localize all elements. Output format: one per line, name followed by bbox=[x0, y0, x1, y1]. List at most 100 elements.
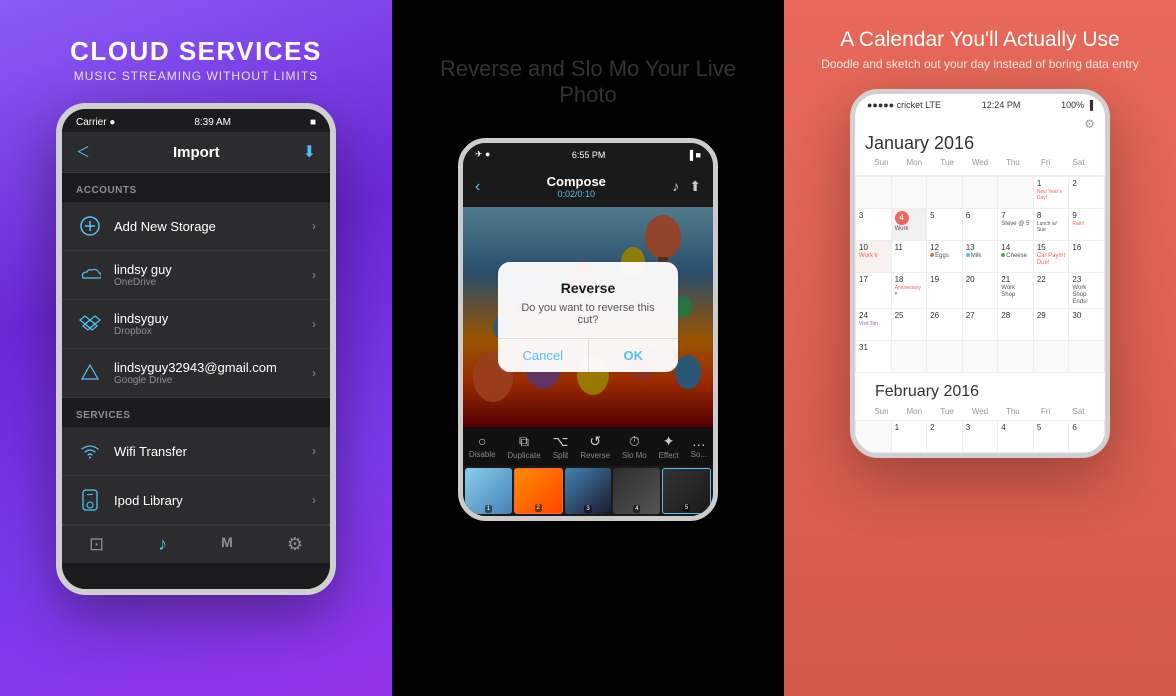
cal-cell-jan7[interactable]: 7Steve @ 5 bbox=[998, 209, 1034, 241]
cal-grid-january: 1New Year's Day! 2 3 4Work 5 6 7Steve @ … bbox=[855, 176, 1105, 374]
cal-cell[interactable] bbox=[1034, 341, 1070, 373]
back-icon: ＜ bbox=[76, 142, 90, 162]
cal-cell-jan5[interactable]: 5 bbox=[927, 209, 963, 241]
phone-mockup-1: Carrier ● 8:39 AM ■ ＜ Import ⬇ ACCOUNTS … bbox=[56, 103, 336, 595]
cal-cell-jan10[interactable]: 10Work k bbox=[856, 241, 892, 273]
cal-cell-jan9[interactable]: 9Rain! bbox=[1069, 209, 1105, 241]
cal-cell[interactable] bbox=[1069, 341, 1105, 373]
cal-cell-jan11[interactable]: 11 bbox=[892, 241, 928, 273]
share-icon[interactable]: ⬆ bbox=[689, 178, 701, 195]
tool-effect[interactable]: ✦ Effect bbox=[659, 433, 679, 460]
dialog-cancel-button[interactable]: Cancel bbox=[498, 339, 589, 372]
cal-cell-feb6[interactable]: 6 bbox=[1069, 421, 1105, 453]
timeline-thumb-1[interactable]: 1 bbox=[465, 468, 512, 514]
cal-battery: 100% ▐ bbox=[1061, 100, 1093, 110]
nav-title-1: Import bbox=[173, 144, 220, 161]
bottom-icon-3[interactable]: M bbox=[221, 534, 233, 555]
cal-cell[interactable] bbox=[927, 177, 963, 209]
gear-icon[interactable]: ⚙ bbox=[865, 117, 1095, 131]
cal-cell-jan6[interactable]: 6 bbox=[963, 209, 999, 241]
cal-cell[interactable] bbox=[892, 177, 928, 209]
cal-cell[interactable] bbox=[963, 177, 999, 209]
gdrive-icon bbox=[76, 359, 104, 387]
gdrive-item[interactable]: lindsyguy32943@gmail.com Google Drive › bbox=[62, 349, 330, 398]
cal-cell-feb5[interactable]: 5 bbox=[1034, 421, 1070, 453]
january-month-label: January 2016 bbox=[865, 133, 1095, 154]
cal-cell-jan12[interactable]: 12Eggs bbox=[927, 241, 963, 273]
cal-cell-jan3[interactable]: 3 bbox=[856, 209, 892, 241]
cal-cell-jan24[interactable]: 24Visit Tim bbox=[856, 309, 892, 341]
cal-cell-jan20[interactable]: 20 bbox=[963, 273, 999, 310]
cal-cell[interactable] bbox=[998, 177, 1034, 209]
cal-cell[interactable] bbox=[927, 341, 963, 373]
cal-header: ⚙ January 2016 Sun Mon Tue Wed Thu Fri S… bbox=[855, 113, 1105, 176]
bottom-icon-1[interactable]: ⊡ bbox=[89, 534, 104, 555]
cal-cell-jan1[interactable]: 1New Year's Day! bbox=[1034, 177, 1070, 209]
panel-video-editor: Reverse and Slo Mo Your Live Photo ✈ ● 6… bbox=[392, 0, 784, 696]
timeline-thumb-2[interactable]: 2 bbox=[514, 468, 563, 514]
cal-cell-jan16[interactable]: 16 bbox=[1069, 241, 1105, 273]
feb-month-label: February 2016 bbox=[865, 377, 1095, 405]
disable-icon: ○ bbox=[469, 433, 496, 449]
cal-cell[interactable] bbox=[856, 177, 892, 209]
cal-cell-jan29[interactable]: 29 bbox=[1034, 309, 1070, 341]
onedrive-item[interactable]: lindsy guy OneDrive › bbox=[62, 251, 330, 300]
music-icon[interactable]: ♪ bbox=[672, 178, 679, 195]
cal-cell-feb2[interactable]: 2 bbox=[927, 421, 963, 453]
timeline-thumb-5[interactable]: 5 bbox=[662, 468, 711, 514]
chevron-icon-2: › bbox=[312, 268, 316, 282]
cal-cell-feb3[interactable]: 3 bbox=[963, 421, 999, 453]
add-storage-item[interactable]: Add New Storage › bbox=[62, 202, 330, 251]
timeline-thumb-4[interactable]: 4 bbox=[613, 468, 660, 514]
cal-cell-jan2[interactable]: 2 bbox=[1069, 177, 1105, 209]
more-icon: … bbox=[691, 433, 707, 449]
cal-cell-jan13[interactable]: 13Milk bbox=[963, 241, 999, 273]
panel2-header: Reverse and Slo Mo Your Live Photo bbox=[392, 0, 784, 138]
cal-cell-jan28[interactable]: 28 bbox=[998, 309, 1034, 341]
cal-cell[interactable] bbox=[892, 341, 928, 373]
cal-cell-jan19[interactable]: 19 bbox=[927, 273, 963, 310]
bottom-icon-4[interactable]: ⚙ bbox=[287, 534, 303, 555]
accounts-section-header: ACCOUNTS bbox=[62, 173, 330, 202]
cal-cell-feb4[interactable]: 4 bbox=[998, 421, 1034, 453]
cal-cell-jan22[interactable]: 22 bbox=[1034, 273, 1070, 310]
tool-slomo[interactable]: ⏱ Slo Mo bbox=[622, 433, 647, 460]
dropbox-label: Dropbox bbox=[114, 326, 312, 337]
panel2-title: Reverse and Slo Mo Your Live Photo bbox=[412, 28, 764, 122]
cal-cell-jan8[interactable]: 8Lunch w/ Sue bbox=[1034, 209, 1070, 241]
cal-cell-jan21[interactable]: 21Work Shop bbox=[998, 273, 1034, 310]
cal-cell-jan15[interactable]: 15Car Paymt Due! bbox=[1034, 241, 1070, 273]
back-arrow-icon[interactable]: ‹ bbox=[475, 178, 480, 196]
onedrive-label: OneDrive bbox=[114, 277, 312, 288]
cal-cell-jan14[interactable]: 14Cheese bbox=[998, 241, 1034, 273]
cal-cell-jan4[interactable]: 4Work bbox=[892, 209, 928, 241]
cal-cell-jan18[interactable]: 18Anniversary ♥ bbox=[892, 273, 928, 310]
cal-cell-jan30[interactable]: 30 bbox=[1069, 309, 1105, 341]
cal-cell-jan25[interactable]: 25 bbox=[892, 309, 928, 341]
bottom-icon-2[interactable]: ♪ bbox=[158, 534, 167, 555]
dropbox-item[interactable]: lindsyguy Dropbox › bbox=[62, 300, 330, 349]
wifi-transfer-item[interactable]: Wifi Transfer › bbox=[62, 427, 330, 476]
tool-duplicate[interactable]: ⧉ Duplicate bbox=[507, 433, 540, 460]
cal-cell-jan31[interactable]: 31 bbox=[856, 341, 892, 373]
tool-more[interactable]: … So... bbox=[691, 433, 707, 460]
dialog-ok-button[interactable]: OK bbox=[589, 339, 679, 372]
onedrive-name: lindsy guy bbox=[114, 262, 312, 277]
cal-cell[interactable] bbox=[856, 421, 892, 453]
cal-cell[interactable] bbox=[963, 341, 999, 373]
cal-cell-jan23[interactable]: 23Work Shop Ends! bbox=[1069, 273, 1105, 310]
cal-cell-jan27[interactable]: 27 bbox=[963, 309, 999, 341]
timeline-thumb-3[interactable]: 3 bbox=[565, 468, 612, 514]
ipod-item[interactable]: Ipod Library › bbox=[62, 476, 330, 525]
phone-mockup-3: ●●●●● cricket LTE 12:24 PM 100% ▐ ⚙ Janu… bbox=[850, 89, 1110, 459]
gdrive-label: Google Drive bbox=[114, 375, 312, 386]
tool-reverse[interactable]: ↺ Reverse bbox=[580, 433, 610, 460]
cal-cell-feb1[interactable]: 1 bbox=[892, 421, 928, 453]
tool-disable[interactable]: ○ Disable bbox=[469, 433, 496, 460]
chevron-icon-5: › bbox=[312, 444, 316, 458]
cal-cell-jan17[interactable]: 17 bbox=[856, 273, 892, 310]
cal-cell[interactable] bbox=[998, 341, 1034, 373]
effect-label: Effect bbox=[659, 451, 679, 460]
tool-split[interactable]: ⌥ Split bbox=[552, 433, 568, 460]
cal-cell-jan26[interactable]: 26 bbox=[927, 309, 963, 341]
